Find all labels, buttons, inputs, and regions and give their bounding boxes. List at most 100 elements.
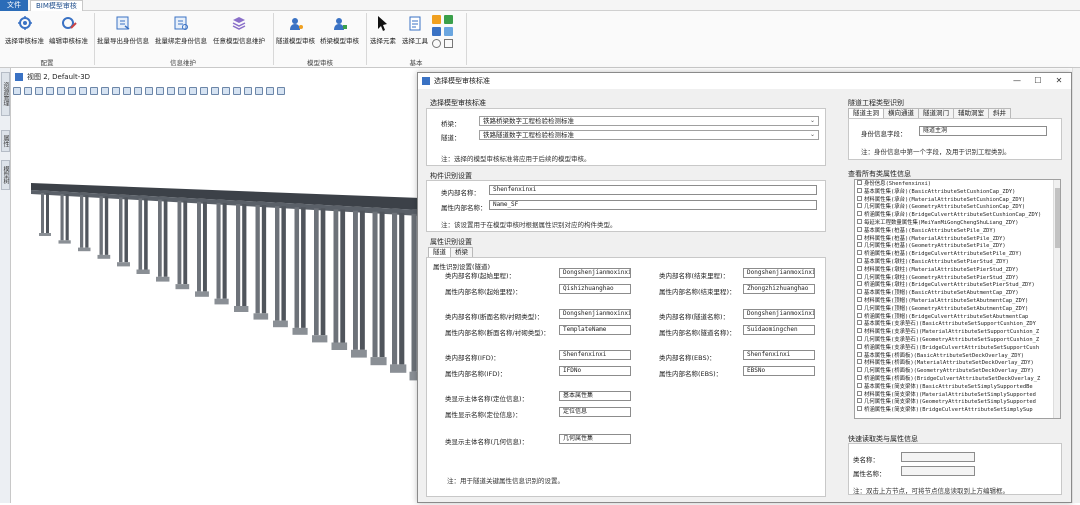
attr-right-input[interactable]: Shenfenxinxi <box>743 350 815 360</box>
expand-icon[interactable] <box>857 390 862 396</box>
expand-icon[interactable] <box>857 297 862 302</box>
attr-left-input[interactable]: 定位信息 <box>559 407 631 417</box>
view-tool-icon[interactable] <box>167 87 175 95</box>
view-tool-icon[interactable] <box>79 87 87 95</box>
tree-node[interactable]: 基本属性集(墩柱)(BasicAttributeSetPierStud_ZDY) <box>857 258 1009 266</box>
expand-icon[interactable] <box>857 226 862 232</box>
tab-main-tunnel[interactable]: 隧道主洞 <box>848 108 884 118</box>
tab-cross-passage[interactable]: 横向通道 <box>883 108 919 118</box>
attr-left-input[interactable]: Shenfenxinxi <box>559 350 631 360</box>
tree-node[interactable]: 桥涵属性集(桥面板)(BridgeCulvertAttributeSetDeck… <box>857 375 1040 383</box>
tree-node[interactable]: 桥涵属性集(墩柱)(BridgeCulvertAttributeSetPierS… <box>857 281 1035 289</box>
expand-icon[interactable] <box>857 289 862 295</box>
maximize-icon[interactable]: ☐ <box>1031 75 1045 87</box>
tree-node[interactable]: 材料属性集(承台)(MaterialAttributeSetCushionCap… <box>857 195 1025 204</box>
expand-icon[interactable] <box>857 343 862 349</box>
view-tool-icon[interactable] <box>277 87 285 95</box>
attr-left-input[interactable]: TemplateName <box>559 325 631 335</box>
expand-icon[interactable] <box>857 273 862 279</box>
minimize-icon[interactable]: — <box>1010 75 1024 87</box>
tree-node[interactable]: 基本属性集(承台)(BasicAttributeSetCushionCap_ZD… <box>857 187 1015 196</box>
tree-node[interactable]: 材料属性集(桩基)(MaterialAttributeSetPile_ZDY) <box>857 234 1006 243</box>
tree-node[interactable]: 几何属性集(顶帽)(GeometryAttributeSetAbutmentCa… <box>857 304 1028 313</box>
quick-class-input[interactable] <box>901 452 975 462</box>
attr-left-input[interactable]: Dongshenjianmoxinxi <box>559 268 631 278</box>
attr-left-input[interactable]: Dongshenjianmoxinxi <box>559 309 631 319</box>
tab-inclined-shaft[interactable]: 斜井 <box>988 108 1011 118</box>
tree-node[interactable]: 每延米工程数量属性集(MeiYanMiGongChengShuLiang_ZDY… <box>857 219 1019 227</box>
tree-node[interactable]: 桥涵属性集(顶帽)(BridgeCulvertAttributeSetAbutm… <box>857 312 1028 321</box>
expand-icon[interactable] <box>857 242 862 248</box>
bridge-standard-select[interactable]: 铁路桥梁数字工程检验检测标准 ⌄ <box>479 116 819 126</box>
attr-left-input[interactable]: 基本属性集 <box>559 391 631 401</box>
view-tool-icon[interactable] <box>123 87 131 95</box>
attr-right-input[interactable]: Suidaomingchen <box>743 325 815 335</box>
view-tool-icon[interactable] <box>101 87 109 95</box>
rail-tab-resources[interactable]: 资源管理 <box>1 72 10 116</box>
expand-icon[interactable] <box>857 328 862 334</box>
tree-node[interactable]: 基本属性集(支承垫石)(BasicAttributeSetSupportCush… <box>857 320 1036 328</box>
pencil-icon[interactable] <box>432 15 441 24</box>
attr-left-input[interactable]: Qishizhuanghao <box>559 284 631 294</box>
expand-icon[interactable] <box>857 234 862 240</box>
attr-right-input[interactable]: EBSNo <box>743 366 815 376</box>
view-tool-icon[interactable] <box>233 87 241 95</box>
grid-small-icon[interactable] <box>444 39 453 48</box>
view-tool-icon[interactable] <box>13 87 21 95</box>
tab-bridge[interactable]: 桥梁 <box>450 247 473 257</box>
tree-node[interactable]: 材料属性集(支承垫石)(MaterialAttributeSetSupportC… <box>857 328 1039 336</box>
batch-export-id-button[interactable]: 批量导出身份信息 <box>97 14 149 45</box>
expand-icon[interactable] <box>857 406 862 412</box>
tree-node[interactable]: 桥涵属性集(承台)(BridgeCulvertAttributeSetCushi… <box>857 211 1041 219</box>
expand-icon[interactable] <box>857 304 862 310</box>
expand-icon[interactable] <box>857 382 862 388</box>
tree-node[interactable]: 材料属性集(墩柱)(MaterialAttributeSetPierStud_Z… <box>857 265 1019 274</box>
tree-node[interactable]: 材料属性集(简支梁体)(MaterialAttributeSetSimplySu… <box>857 390 1036 399</box>
tree-node[interactable]: 基本属性集(桩基)(BasicAttributeSetPile_ZDY) <box>857 226 996 235</box>
attr-left-input[interactable]: 几何属性集 <box>559 434 631 444</box>
view-tool-icon[interactable] <box>145 87 153 95</box>
tree-node[interactable]: 材料属性集(桥面板)(MaterialAttributeSetDeckOverl… <box>857 359 1034 367</box>
expand-icon[interactable] <box>857 187 862 193</box>
select-standard-button[interactable]: 选择审核标准 <box>5 14 44 45</box>
expand-icon[interactable] <box>857 180 862 185</box>
attr-right-input[interactable]: Dongshenjianmoxinxi <box>743 268 815 278</box>
expand-icon[interactable] <box>857 219 862 224</box>
view-tool-icon[interactable] <box>178 87 186 95</box>
view-tool-icon[interactable] <box>35 87 43 95</box>
view-tool-icon[interactable] <box>200 87 208 95</box>
bridge-review-button[interactable]: 桥梁模型审核 <box>320 14 359 45</box>
tree-node[interactable]: 基本属性集(顶帽)(BasicAttributeSetAbutmentCap_Z… <box>857 289 1019 297</box>
tree-node[interactable]: 几何属性集(桩基)(GeometryAttributeSetPile_ZDY) <box>857 242 1006 250</box>
view-tool-icon[interactable] <box>46 87 54 95</box>
expand-icon[interactable] <box>857 375 862 380</box>
view-tool-icon[interactable] <box>222 87 230 95</box>
tree-node[interactable]: 桥涵属性集(支承垫石)(BridgeCulvertAttributeSetSup… <box>857 343 1039 352</box>
view-tool-icon[interactable] <box>57 87 65 95</box>
expand-icon[interactable] <box>857 211 862 217</box>
expand-icon[interactable] <box>857 359 862 365</box>
tree-scrollbar[interactable] <box>1053 180 1060 418</box>
view-tool-icon[interactable] <box>134 87 142 95</box>
view-tool-icon[interactable] <box>189 87 197 95</box>
expand-icon[interactable] <box>857 265 862 271</box>
class-name-input[interactable]: Shenfenxinxi <box>489 185 817 195</box>
view-tool-icon[interactable] <box>244 87 252 95</box>
tree-node[interactable]: 桥涵属性集(桩基)(BridgeCulvertAttributeSetPile_… <box>857 250 1022 258</box>
tree-node[interactable]: 几何属性集(承台)(GeometryAttributeSetCushionCap… <box>857 203 1025 211</box>
view-tool-icon[interactable] <box>90 87 98 95</box>
select-tool-button[interactable]: 选择工具 <box>402 14 428 45</box>
green-square-icon[interactable] <box>444 15 453 24</box>
tunnel-review-button[interactable]: 隧道模型审核 <box>276 14 315 45</box>
tree-node[interactable]: 几何属性集(桥面板)(GeometryAttributeSetDeckOverl… <box>857 367 1034 375</box>
tab-tunnel[interactable]: 隧道 <box>428 247 451 257</box>
tree-node[interactable]: 基本属性集(桥面板)(BasicAttributeSetDeckOverlay_… <box>857 351 1024 360</box>
expand-icon[interactable] <box>857 312 862 318</box>
expand-icon[interactable] <box>857 398 862 404</box>
quick-attr-input[interactable] <box>901 466 975 476</box>
file-menu[interactable]: 文件 <box>0 0 28 11</box>
expand-icon[interactable] <box>857 320 862 326</box>
expand-icon[interactable] <box>857 258 862 263</box>
attr-right-input[interactable]: Dongshenjianmoxinxi <box>743 309 815 319</box>
expand-icon[interactable] <box>857 281 862 287</box>
